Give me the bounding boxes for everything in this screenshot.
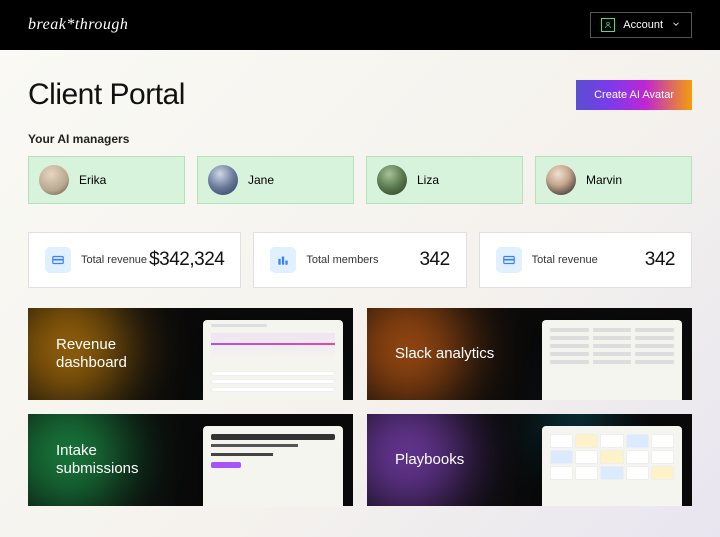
stat-value: $342,324 bbox=[149, 249, 224, 271]
panel-preview bbox=[542, 426, 682, 506]
panel-revenue-dashboard[interactable]: Revenue dashboard bbox=[28, 308, 353, 400]
panel-playbooks[interactable]: Playbooks bbox=[367, 414, 692, 506]
logo: break*through bbox=[28, 16, 128, 34]
stat-label: Total members bbox=[306, 254, 378, 266]
manager-name: Marvin bbox=[586, 173, 622, 187]
panel-intake-submissions[interactable]: Intake submissions bbox=[28, 414, 353, 506]
panel-preview bbox=[542, 320, 682, 400]
card-icon bbox=[496, 247, 522, 273]
stat-card-revenue-2: Total revenue 342 bbox=[479, 232, 692, 288]
stat-card-revenue: Total revenue $342,324 bbox=[28, 232, 241, 288]
stat-value: 342 bbox=[419, 249, 449, 271]
stat-card-members: Total members 342 bbox=[253, 232, 466, 288]
panel-slack-analytics[interactable]: Slack analytics bbox=[367, 308, 692, 400]
panel-preview bbox=[203, 320, 343, 400]
panel-title: Intake submissions bbox=[56, 442, 176, 478]
user-icon bbox=[601, 18, 615, 32]
stat-label: Total revenue bbox=[532, 254, 598, 266]
manager-card-marvin[interactable]: Marvin bbox=[535, 156, 692, 204]
create-ai-avatar-button[interactable]: Create AI Avatar bbox=[576, 80, 692, 110]
managers-section-label: Your AI managers bbox=[28, 132, 692, 146]
top-header: break*through Account bbox=[0, 0, 720, 50]
stat-value: 342 bbox=[645, 249, 675, 271]
manager-name: Erika bbox=[79, 173, 106, 187]
chevron-down-icon bbox=[671, 19, 681, 32]
stats-row: Total revenue $342,324 Total members 342… bbox=[28, 232, 692, 288]
account-label: Account bbox=[623, 19, 663, 31]
bars-icon bbox=[270, 247, 296, 273]
card-icon bbox=[45, 247, 71, 273]
manager-card-jane[interactable]: Jane bbox=[197, 156, 354, 204]
manager-card-liza[interactable]: Liza bbox=[366, 156, 523, 204]
manager-name: Liza bbox=[417, 173, 439, 187]
panel-title: Revenue dashboard bbox=[56, 336, 176, 372]
avatar bbox=[377, 165, 407, 195]
panels-grid: Revenue dashboard Slack analytics bbox=[28, 308, 692, 506]
managers-list: Erika Jane Liza Marvin bbox=[28, 156, 692, 204]
avatar bbox=[208, 165, 238, 195]
manager-card-erika[interactable]: Erika bbox=[28, 156, 185, 204]
panel-title: Slack analytics bbox=[395, 345, 494, 363]
panel-preview bbox=[203, 426, 343, 506]
panel-title: Playbooks bbox=[395, 451, 464, 469]
stat-label: Total revenue bbox=[81, 254, 147, 266]
avatar bbox=[39, 165, 69, 195]
manager-name: Jane bbox=[248, 173, 274, 187]
account-dropdown[interactable]: Account bbox=[590, 12, 692, 38]
avatar bbox=[546, 165, 576, 195]
page-title: Client Portal bbox=[28, 78, 185, 112]
